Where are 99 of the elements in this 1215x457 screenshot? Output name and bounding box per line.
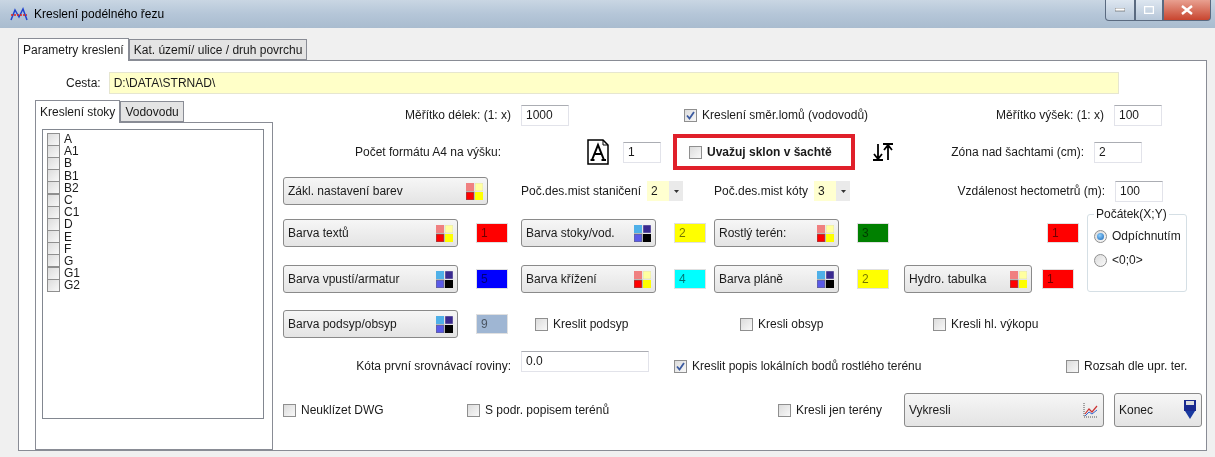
palette-icon — [817, 224, 834, 242]
caret-icon — [840, 189, 846, 193]
palette-icon — [436, 224, 453, 242]
color-button[interactable]: Barva pláně — [714, 265, 839, 293]
path-label: Cesta: — [66, 76, 101, 90]
layer-item[interactable]: B2 — [47, 181, 263, 194]
checkbox[interactable]: Kreslit podsyp — [535, 317, 629, 331]
color-button[interactable]: Barva textů — [283, 219, 458, 247]
checkbox[interactable]: Kreslení směr.lomů (vodovodů) — [684, 108, 869, 122]
draw-button[interactable]: Vykresli — [904, 393, 1104, 427]
checkbox[interactable]: Kresli jen terény — [778, 403, 883, 417]
palette-icon — [466, 182, 483, 200]
checkbox[interactable]: Rozsah dle upr. ter. — [1066, 359, 1188, 373]
layer-item[interactable]: C — [47, 193, 263, 207]
exit-button[interactable]: Konec — [1114, 393, 1202, 427]
path-field[interactable]: D:\DATA\STRNAD\ — [108, 72, 1119, 94]
checkbox-box[interactable] — [778, 403, 791, 417]
palette-icon — [817, 270, 834, 288]
input-field[interactable]: 100 — [1115, 180, 1163, 202]
color-swatch[interactable]: 4 — [674, 269, 706, 289]
tab[interactable]: Kat. území/ ulice / druh povrchu — [128, 39, 308, 60]
checkbox-box[interactable] — [47, 254, 60, 268]
close-icon — [1181, 5, 1193, 15]
caret-icon — [673, 189, 679, 193]
checkbox-box[interactable] — [740, 317, 753, 331]
color-button[interactable]: Hydro. tabulka — [904, 265, 1032, 293]
radio-button[interactable] — [1094, 253, 1107, 267]
checkbox[interactable]: Neuklízet DWG — [283, 403, 384, 417]
checkbox-box[interactable] — [689, 145, 702, 159]
layer-item[interactable]: G2 — [47, 279, 263, 292]
palette-icon — [634, 224, 651, 242]
color-swatch[interactable]: 9 — [476, 314, 508, 334]
minimize-icon — [1115, 8, 1125, 12]
floppy-arrow-icon — [1183, 400, 1197, 420]
checkbox-box[interactable] — [47, 132, 60, 146]
color-button[interactable]: Barva podsyp/obsyp — [283, 310, 458, 338]
palette-icon — [634, 270, 651, 288]
layer-item[interactable]: E — [47, 230, 263, 243]
tab[interactable]: Parametry kreslení — [18, 38, 129, 61]
color-button[interactable]: Barva stoky/vod. — [521, 219, 656, 247]
palette-icon — [1010, 270, 1027, 288]
field-label: Poč.des.mist staničení — [521, 184, 642, 198]
checkbox[interactable]: Uvažuj sklon v šachtě — [689, 145, 832, 159]
input-field[interactable]: 100 — [1114, 104, 1162, 126]
input-field[interactable]: 1000 — [521, 104, 569, 126]
palette-icon — [436, 315, 453, 333]
radio-option[interactable]: <0;0> — [1094, 253, 1186, 267]
minimize-button[interactable] — [1105, 0, 1135, 21]
field-label: Počet formátu A4 na výšku: — [354, 145, 502, 159]
layer-item[interactable]: A — [47, 133, 263, 146]
field-label: Poč.des.mist kóty — [714, 184, 809, 198]
checkbox-box[interactable] — [467, 403, 480, 417]
tab[interactable]: Kreslení stoky — [35, 100, 121, 123]
page-icon — [587, 139, 609, 165]
checkbox-box[interactable] — [1066, 359, 1079, 373]
window-title: Kreslení podélného řezu — [34, 7, 165, 21]
color-button[interactable]: Zákl. nastavení barev — [283, 177, 488, 205]
radio-option[interactable]: Odpíchnutím — [1094, 229, 1186, 243]
palette-icon — [436, 270, 453, 288]
chart-icon — [1083, 402, 1099, 418]
field-label: Vzdálenost hectometrů (m): — [957, 184, 1105, 198]
input-field[interactable]: 1 — [623, 141, 661, 163]
color-button[interactable]: Barva vpustí/armatur — [283, 265, 458, 293]
layer-item[interactable]: A1 — [47, 145, 263, 158]
radio-button[interactable] — [1094, 229, 1107, 243]
layer-item[interactable]: B1 — [47, 169, 263, 182]
input-field[interactable]: 0.0 — [521, 350, 649, 372]
layer-item[interactable]: F — [47, 242, 263, 255]
field-label: Měřítko délek: (1: x) — [404, 108, 511, 122]
field-label: Měřítko výšek: (1: x) — [995, 108, 1104, 122]
checkbox-box[interactable] — [47, 181, 60, 195]
layer-item[interactable]: G — [47, 254, 263, 268]
maximize-icon — [1144, 6, 1154, 14]
checkbox-box[interactable] — [283, 403, 296, 417]
layer-item[interactable]: G1 — [47, 267, 263, 280]
field-label: Kóta první srovnávací roviny: — [356, 359, 511, 373]
layer-item[interactable]: D — [47, 218, 263, 231]
checkbox[interactable]: S podr. popisem terénů — [467, 403, 610, 417]
input-field[interactable]: 2 — [1094, 141, 1142, 163]
maximize-button[interactable] — [1135, 0, 1163, 21]
height-arrows-icon — [873, 143, 893, 161]
field-label: Zóna nad šachtami (cm): — [951, 145, 1084, 159]
group-title: Počátek(X;Y) — [1094, 207, 1169, 221]
app-icon — [10, 7, 28, 21]
checkbox-box[interactable] — [933, 317, 946, 331]
layer-item[interactable]: B — [47, 157, 263, 170]
checkbox-box[interactable] — [535, 317, 548, 331]
checkbox-box[interactable] — [674, 359, 687, 373]
checkbox-box[interactable] — [684, 108, 697, 122]
checkbox[interactable]: Kresli hl. výkopu — [933, 317, 1039, 331]
tab[interactable]: Vodovodu — [120, 101, 184, 122]
close-button[interactable] — [1163, 0, 1211, 21]
layer-item[interactable]: C1 — [47, 206, 263, 219]
color-button[interactable]: Barva křížení — [521, 265, 656, 293]
checkbox[interactable]: Kreslit popis lokálních bodů rostlého terénu — [674, 359, 922, 373]
color-button[interactable]: Rostlý terén: — [714, 219, 839, 247]
color-swatch[interactable]: 2 — [674, 223, 706, 243]
color-swatch[interactable]: 2 — [857, 269, 889, 289]
checkbox[interactable]: Kresli obsyp — [740, 317, 824, 331]
